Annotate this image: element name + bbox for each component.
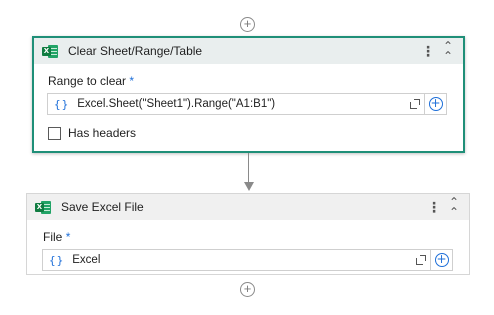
- has-headers-label: Has headers: [68, 126, 137, 140]
- collapse-chevron-icon[interactable]: ⌃ ⌃: [445, 196, 463, 218]
- file-input[interactable]: {} Excel: [42, 249, 431, 271]
- flow-connector: [248, 153, 249, 183]
- excel-icon: X: [42, 44, 58, 59]
- file-input-row: {} Excel +: [42, 249, 453, 271]
- has-headers-checkbox[interactable]: [48, 126, 61, 140]
- range-input-value: Excel.Sheet("Sheet1").Range("A1:B1"): [77, 98, 276, 110]
- add-activity-top-button[interactable]: +: [240, 17, 255, 32]
- activity-header[interactable]: X Clear Sheet/Range/Table ⋮ ⌃ ⌃: [34, 38, 463, 64]
- add-activity-bottom-button[interactable]: +: [240, 282, 255, 297]
- expression-braces-icon: {}: [54, 97, 70, 111]
- arrow-down-icon: [244, 182, 254, 191]
- range-input-row: {} Excel.Sheet("Sheet1").Range("A1:B1") …: [47, 93, 447, 115]
- activity-title: Save Excel File: [61, 200, 144, 214]
- required-marker: *: [65, 230, 71, 244]
- activity-title: Clear Sheet/Range/Table: [68, 44, 203, 58]
- plus-circle-icon: +: [434, 252, 449, 267]
- expand-editor-icon[interactable]: [410, 99, 420, 109]
- has-headers-option[interactable]: Has headers: [48, 126, 136, 140]
- file-input-value: Excel: [72, 254, 101, 266]
- range-input[interactable]: {} Excel.Sheet("Sheet1").Range("A1:B1"): [47, 93, 425, 115]
- plus-menu-button[interactable]: +: [425, 93, 447, 115]
- plus-circle-icon: +: [428, 96, 443, 111]
- excel-icon: X: [35, 200, 51, 215]
- activity-header[interactable]: X Save Excel File ⋮ ⌃ ⌃: [27, 194, 469, 220]
- required-marker: *: [129, 74, 135, 88]
- file-field-label: File *: [43, 230, 71, 244]
- expand-editor-icon[interactable]: [416, 255, 426, 265]
- collapse-chevron-icon[interactable]: ⌃ ⌃: [439, 40, 457, 62]
- range-field-label: Range to clear *: [48, 74, 135, 88]
- kebab-menu-icon[interactable]: ⋮: [425, 198, 443, 216]
- kebab-menu-icon[interactable]: ⋮: [419, 42, 437, 60]
- plus-menu-button[interactable]: +: [431, 249, 453, 271]
- expression-braces-icon: {}: [49, 253, 65, 267]
